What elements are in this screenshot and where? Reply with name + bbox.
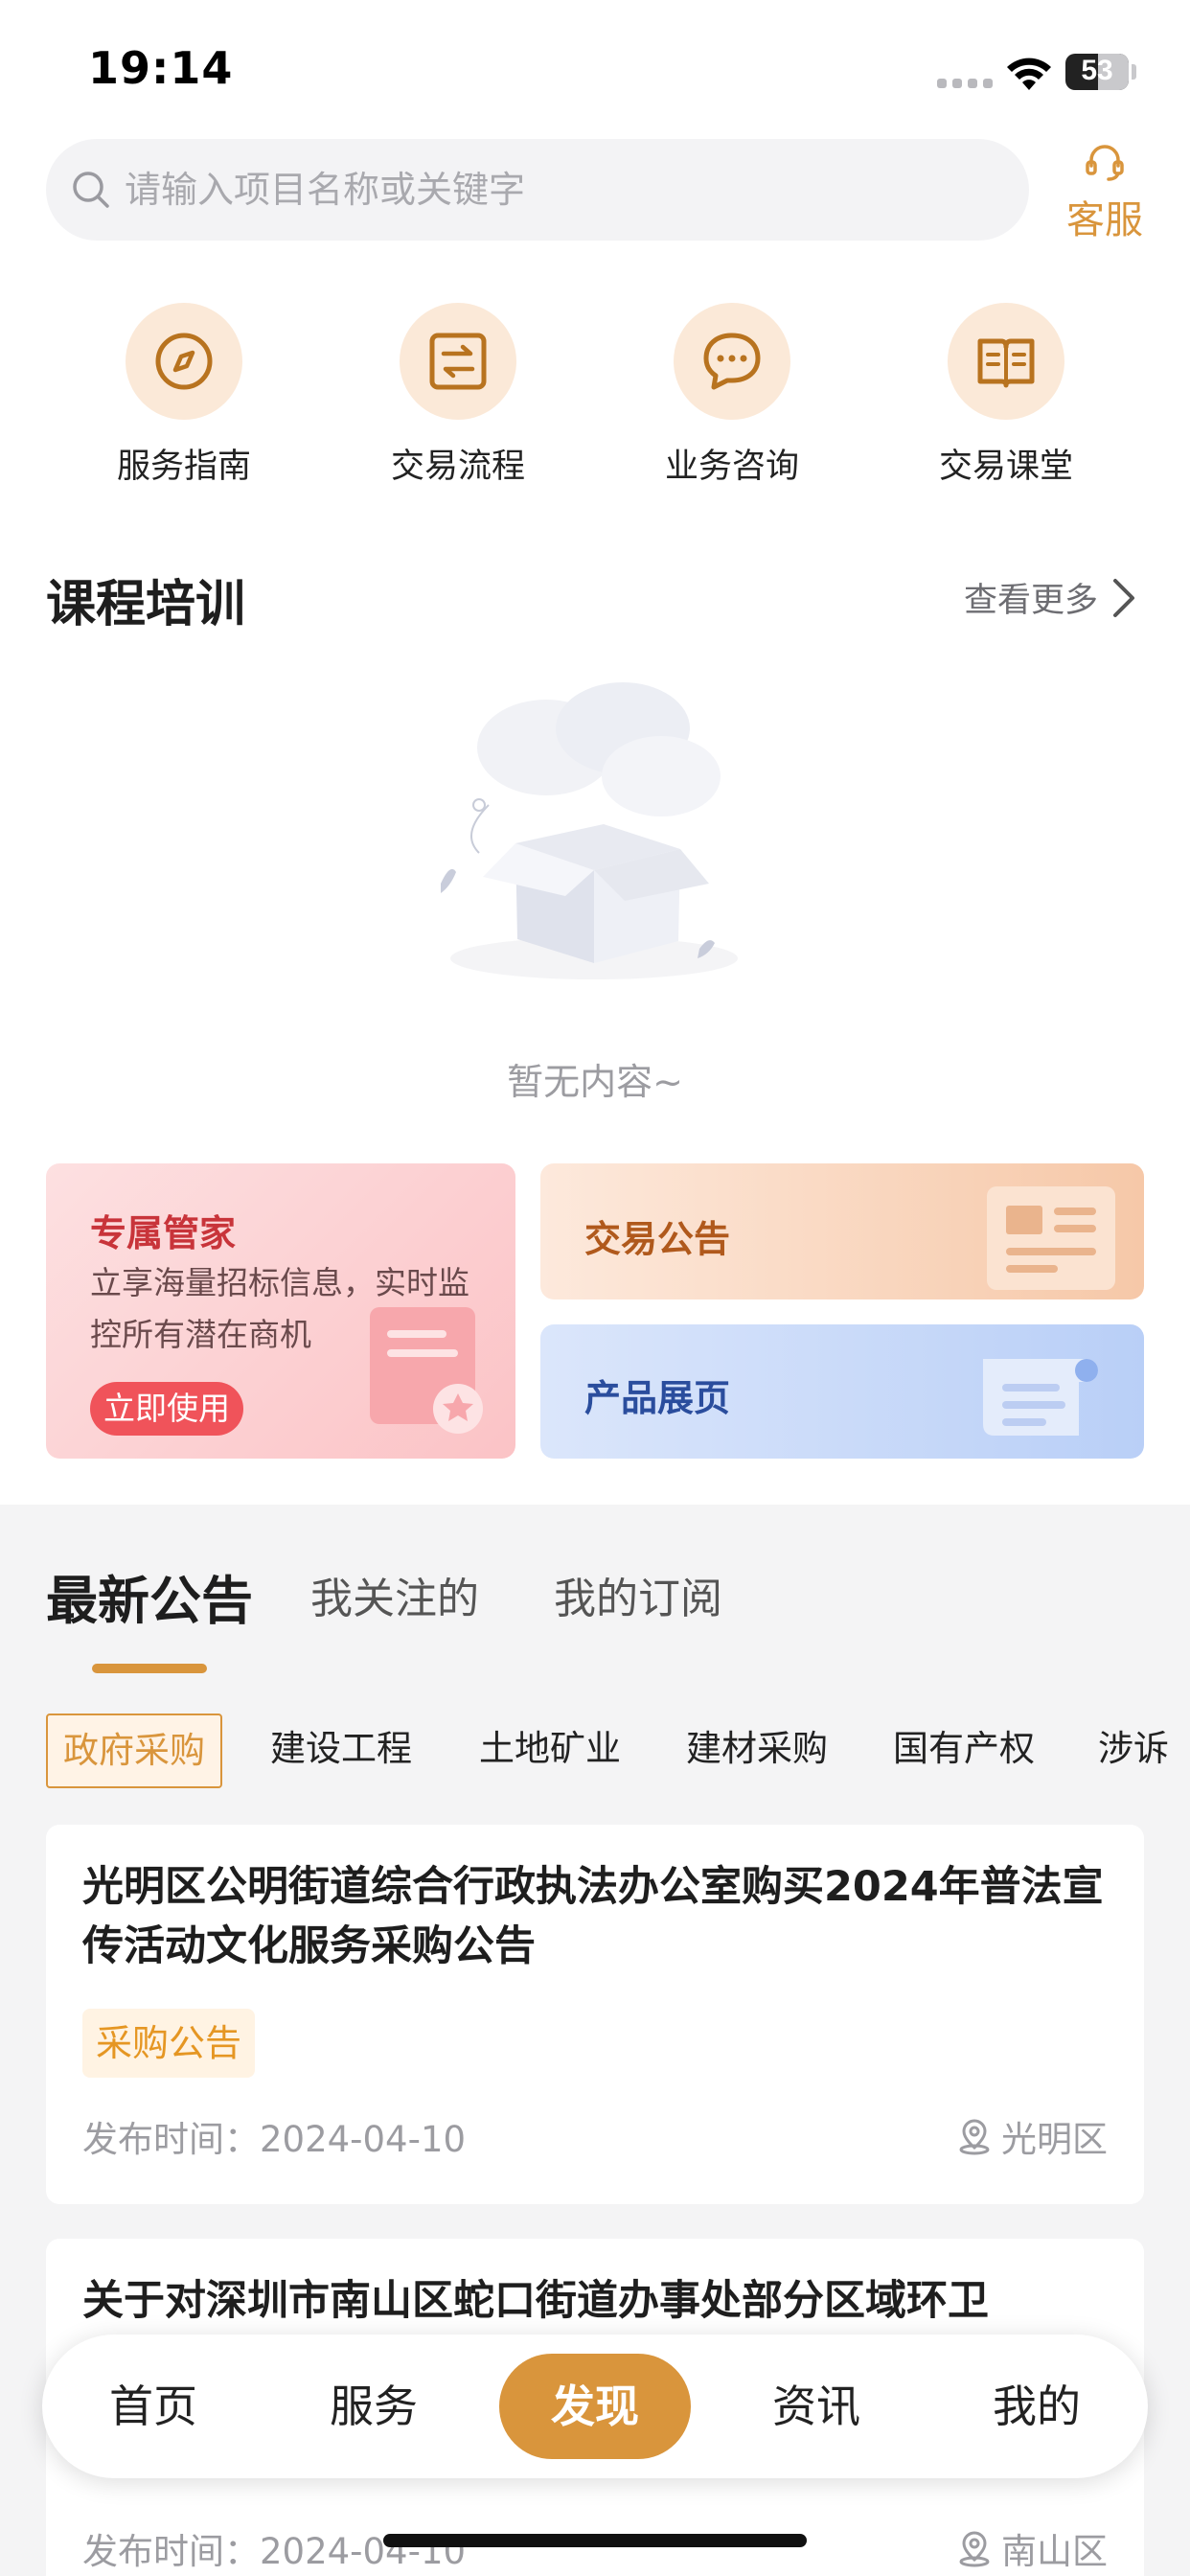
announcement-title: 关于对深圳市南山区蛇口街道办事处部分区域环卫 <box>82 2277 989 2325</box>
announcement-location: 南山区 <box>955 2522 1108 2574</box>
announcement-date: 发布时间：2024-04-10 <box>82 2531 467 2572</box>
chevron-right-icon <box>1113 578 1134 617</box>
category-chips: 政府采购 建设工程 土地矿业 建材采购 国有产权 涉诉 <box>46 1714 1190 1790</box>
location-pin-icon <box>959 2531 990 2567</box>
course-section-title: 课程培训 <box>46 576 246 633</box>
quick-link-label: 服务指南 <box>116 448 251 486</box>
nav-services[interactable]: 服务 <box>278 2334 469 2478</box>
headset-icon <box>1086 145 1124 181</box>
quick-link-service-guide[interactable]: 服务指南 <box>79 303 289 488</box>
quick-link-trade-process[interactable]: 交易流程 <box>353 303 563 488</box>
quick-link-trade-class[interactable]: 交易课堂 <box>901 303 1111 488</box>
notice-card-title: 交易公告 <box>584 1218 731 1260</box>
battery-icon: 53 <box>1065 54 1129 90</box>
exchange-icon <box>429 333 487 390</box>
location-pin-icon <box>959 2119 990 2155</box>
battery-tip <box>1132 64 1136 80</box>
tab-following[interactable]: 我关注的 <box>310 1564 479 1625</box>
active-tab-indicator <box>92 1664 207 1673</box>
tab-subscriptions[interactable]: 我的订阅 <box>554 1564 722 1625</box>
status-time: 19:14 <box>88 42 234 94</box>
category-chip-litigation[interactable]: 涉诉 <box>1098 1714 1169 1788</box>
newspaper-icon <box>987 1186 1115 1290</box>
chat-icon <box>703 333 761 390</box>
announcement-card[interactable]: 光明区公明街道综合行政执法办公室购买2024年普法宣传活动文化服务采购公告 采购… <box>46 1825 1144 2204</box>
quick-link-label: 交易课堂 <box>938 448 1073 486</box>
cellular-signal-icon <box>937 75 993 88</box>
category-chip-land[interactable]: 土地矿业 <box>479 1714 621 1788</box>
quick-links: 服务指南 交易流程 业务咨询 交易课堂 <box>0 303 1190 488</box>
category-chip-state-assets[interactable]: 国有产权 <box>893 1714 1035 1788</box>
nav-profile[interactable]: 我的 <box>941 2334 1133 2478</box>
search-input[interactable] <box>125 169 987 211</box>
compass-icon <box>155 333 213 390</box>
category-chip-government[interactable]: 政府采购 <box>46 1714 222 1788</box>
nav-news[interactable]: 资讯 <box>721 2334 912 2478</box>
customer-service-button[interactable]: 客服 <box>1052 139 1157 244</box>
product-card-title: 产品展页 <box>584 1377 731 1419</box>
category-chip-materials[interactable]: 建材采购 <box>686 1714 828 1788</box>
trade-notice-card[interactable]: 交易公告 <box>540 1163 1144 1300</box>
certificate-icon <box>370 1307 483 1434</box>
bottom-navigation: 首页 服务 发现 资讯 我的 <box>42 2334 1148 2478</box>
home-indicator <box>383 2534 807 2547</box>
announcement-title: 光明区公明街道综合行政执法办公室购买2024年普法宣传活动文化服务采购公告 <box>82 1863 1104 1970</box>
quick-link-label: 业务咨询 <box>664 448 799 486</box>
category-chip-construction[interactable]: 建设工程 <box>270 1714 412 1788</box>
search-bar[interactable] <box>46 139 1029 241</box>
battery-level: 53 <box>1081 55 1113 86</box>
empty-state-text: 暂无内容~ <box>507 1061 683 1103</box>
service-label: 客服 <box>1066 198 1143 242</box>
announcement-location-label: 光明区 <box>1001 2119 1108 2160</box>
use-now-button[interactable]: 立即使用 <box>90 1382 243 1436</box>
announcement-date: 发布时间：2024-04-10 <box>82 2119 467 2160</box>
view-more-link[interactable]: 查看更多 <box>964 573 1136 622</box>
announcement-location-label: 南山区 <box>1001 2531 1108 2572</box>
nav-home[interactable]: 首页 <box>57 2334 249 2478</box>
tab-latest[interactable]: 最新公告 <box>46 1558 253 1634</box>
announcement-tag: 采购公告 <box>82 2009 256 2078</box>
nav-discover[interactable]: 发现 <box>499 2354 691 2459</box>
agent-card-title: 专属管家 <box>90 1212 237 1254</box>
quick-link-consulting[interactable]: 业务咨询 <box>627 303 837 488</box>
view-more-label: 查看更多 <box>963 582 1098 620</box>
search-icon <box>73 172 109 208</box>
empty-box-illustration <box>441 682 738 979</box>
product-showcase-card[interactable]: 产品展页 <box>540 1324 1144 1459</box>
wifi-icon <box>1007 58 1051 90</box>
exclusive-agent-card[interactable]: 专属管家 立享海量招标信息，实时监控所有潜在商机 立即使用 <box>46 1163 515 1459</box>
announcement-location: 光明区 <box>955 2110 1108 2162</box>
scroll-icon <box>983 1359 1098 1436</box>
quick-link-label: 交易流程 <box>390 448 525 486</box>
book-icon <box>977 338 1035 388</box>
